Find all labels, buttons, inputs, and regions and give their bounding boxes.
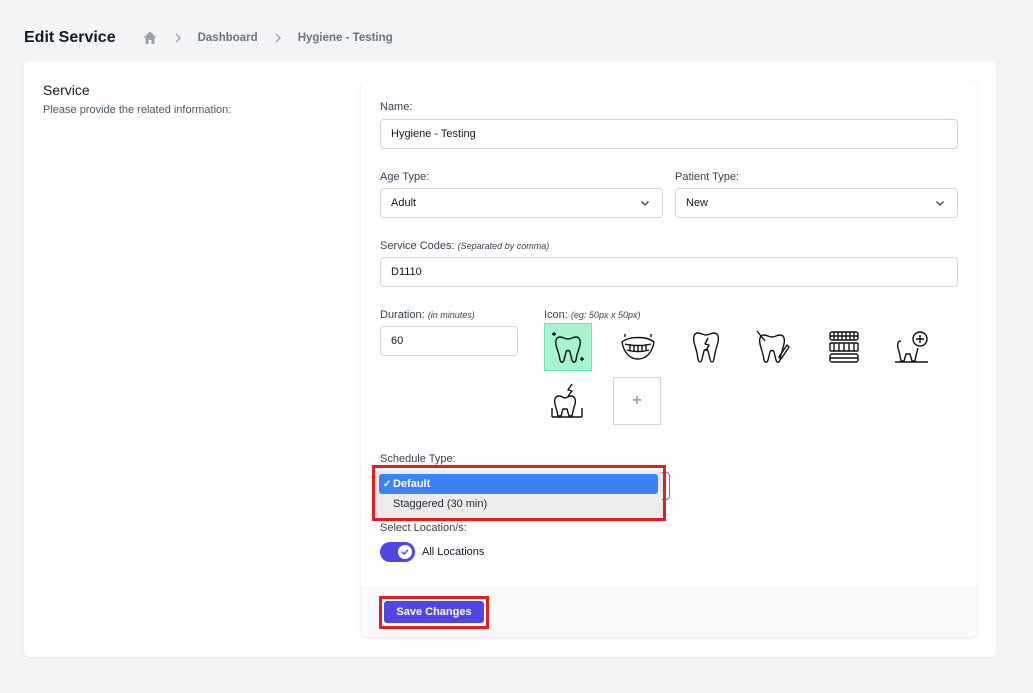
age-type-value: Adult (391, 197, 417, 209)
cracked-tooth-icon[interactable] (682, 323, 730, 371)
name-input[interactable]: Hygiene - Testing (380, 119, 958, 149)
patient-type-value: New (686, 197, 709, 209)
breadcrumb-current[interactable]: Hygiene - Testing (298, 32, 393, 44)
add-icon-button[interactable]: + (613, 377, 661, 425)
age-type-select[interactable]: Adult (380, 188, 663, 218)
section-title: Service (43, 82, 90, 98)
section-description: Please provide the related information: (43, 104, 232, 116)
checkmark-icon: ✓ (383, 478, 392, 490)
page-title: Edit Service (24, 29, 116, 46)
chevron-right-icon (272, 32, 284, 44)
duration-label-text: Duration: (380, 309, 425, 321)
schedule-type-label: Schedule Type: (380, 453, 456, 465)
save-changes-button[interactable]: Save Changes (384, 601, 484, 623)
chevron-right-icon (172, 32, 184, 44)
schedule-option-default[interactable]: ✓ Default (379, 474, 658, 494)
all-locations-toggle[interactable] (380, 542, 415, 562)
name-label: Name: (380, 101, 413, 113)
home-icon[interactable] (142, 30, 158, 46)
schedule-type-dropdown: ✓ Default Staggered (30 min) (375, 471, 662, 518)
check-icon (398, 545, 412, 559)
all-locations-label: All Locations (422, 546, 485, 558)
schedule-option-label: Default (393, 478, 431, 490)
tooth-plus-icon[interactable] (888, 323, 936, 371)
icon-hint: (eg: 50px x 50px) (570, 310, 641, 320)
tooth-lightning-icon[interactable] (544, 377, 592, 425)
duration-hint: (in minutes) (427, 310, 475, 320)
duration-label: Duration: (in minutes) (380, 309, 475, 321)
patient-type-select[interactable]: New (675, 188, 958, 218)
chevron-down-icon (640, 198, 650, 208)
icon-label-text: Icon: (544, 309, 568, 321)
service-codes-label-text: Service Codes: (380, 240, 455, 252)
service-codes-label: Service Codes: (Separated by comma) (380, 240, 549, 252)
breadcrumb-dashboard[interactable]: Dashboard (198, 32, 258, 44)
service-codes-input[interactable]: D1110 (380, 257, 958, 287)
tooth-sparkle-icon[interactable] (544, 323, 592, 371)
service-codes-hint: (Separated by comma) (457, 241, 550, 251)
dentures-icon[interactable] (820, 323, 868, 371)
duration-input[interactable]: 60 (380, 326, 518, 356)
page-header: Edit Service Dashboard Hygiene - Testing (24, 28, 393, 48)
patient-type-label: Patient Type: (675, 171, 740, 183)
schedule-option-label: Staggered (30 min) (393, 498, 488, 510)
icon-label: Icon: (eg: 50px x 50px) (544, 309, 640, 321)
location-label: Select Location/s: (380, 522, 467, 534)
tooth-tool-icon[interactable] (750, 323, 798, 371)
schedule-option-staggered[interactable]: Staggered (30 min) (379, 494, 658, 514)
age-type-label: Age Type: (380, 171, 430, 183)
chevron-down-icon (935, 198, 945, 208)
teeth-smile-icon[interactable] (614, 323, 662, 371)
